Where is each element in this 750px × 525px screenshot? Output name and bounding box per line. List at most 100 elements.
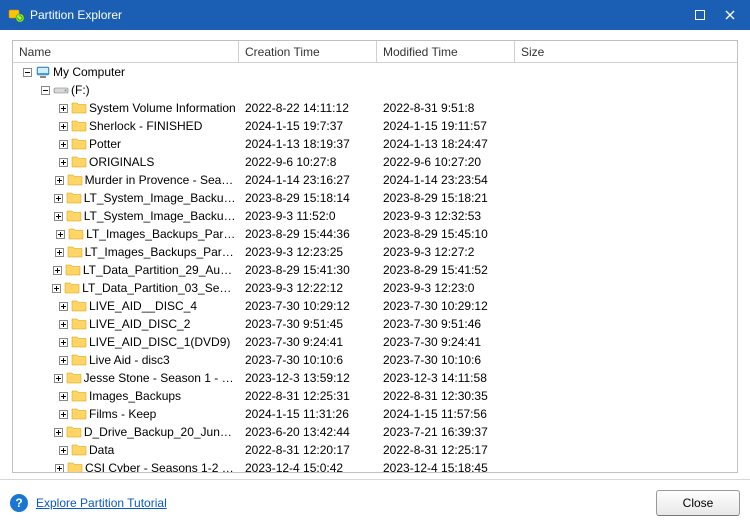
- expand-icon[interactable]: [57, 300, 69, 312]
- expand-icon[interactable]: [54, 462, 65, 472]
- modified-time: 2023-7-30 9:24:41: [377, 335, 515, 349]
- expand-icon[interactable]: [53, 426, 64, 438]
- collapse-icon[interactable]: [21, 66, 33, 78]
- tree-node-folder[interactable]: Data2022-8-31 12:20:172022-8-31 12:25:17: [13, 441, 737, 459]
- folder-icon: [71, 100, 87, 116]
- item-name: System Volume Information: [89, 101, 237, 115]
- creation-time: 2023-9-3 12:22:12: [239, 281, 377, 295]
- folder-icon: [71, 406, 87, 422]
- help-icon: ?: [10, 494, 28, 512]
- window-close-button[interactable]: [718, 3, 742, 27]
- tree-node-root[interactable]: My Computer: [13, 63, 737, 81]
- window-maximize-button[interactable]: [688, 3, 712, 27]
- item-name: Data: [89, 443, 237, 457]
- file-tree-grid: Name Creation Time Modified Time Size My…: [12, 40, 738, 473]
- tree-node-folder[interactable]: System Volume Information2022-8-22 14:11…: [13, 99, 737, 117]
- modified-time: 2022-9-6 10:27:20: [377, 155, 515, 169]
- tree-node-label: My Computer: [53, 65, 237, 79]
- column-header-size[interactable]: Size: [515, 41, 737, 62]
- expand-icon[interactable]: [53, 372, 64, 384]
- modified-time: 2023-7-30 9:51:46: [377, 317, 515, 331]
- content-area: Name Creation Time Modified Time Size My…: [0, 30, 750, 479]
- creation-time: 2023-9-3 11:52:0: [239, 209, 377, 223]
- item-name: LT_System_Image_Backup_0...: [84, 209, 237, 223]
- tree-node-folder[interactable]: Live Aid - disc32023-7-30 10:10:62023-7-…: [13, 351, 737, 369]
- expand-icon[interactable]: [55, 228, 66, 240]
- folder-icon: [71, 442, 87, 458]
- folder-icon: [66, 424, 82, 440]
- tree-node-folder[interactable]: LT_Data_Partition_03_Sep_20232023-9-3 12…: [13, 279, 737, 297]
- collapse-icon[interactable]: [39, 84, 51, 96]
- tree-node-folder[interactable]: LT_Images_Backups_Partiti...2023-8-29 15…: [13, 225, 737, 243]
- footer-bar: ? Explore Partition Tutorial Close: [0, 479, 750, 525]
- column-header-name[interactable]: Name: [13, 41, 239, 62]
- creation-time: 2023-7-30 10:29:12: [239, 299, 377, 313]
- expand-icon[interactable]: [57, 156, 69, 168]
- folder-icon: [64, 280, 80, 296]
- item-name: LIVE_AID_DISC_1(DVD9): [89, 335, 237, 349]
- creation-time: 2024-1-15 11:31:26: [239, 407, 377, 421]
- tree-node-folder[interactable]: D_Drive_Backup_20_Jun_20232023-6-20 13:4…: [13, 423, 737, 441]
- folder-icon: [66, 370, 82, 386]
- expand-icon[interactable]: [57, 390, 69, 402]
- tree-node-folder[interactable]: LT_System_Image_Backup_2...2023-8-29 15:…: [13, 189, 737, 207]
- expand-icon[interactable]: [57, 408, 69, 420]
- expand-icon[interactable]: [57, 120, 69, 132]
- tree-rows: My Computer (F:): [13, 63, 737, 472]
- tree-node-folder[interactable]: CSI Cyber - Seasons 1-2 - Fl...2023-12-4…: [13, 459, 737, 472]
- tree-node-drive[interactable]: (F:): [13, 81, 737, 99]
- folder-icon: [71, 334, 87, 350]
- folder-icon: [71, 352, 87, 368]
- folder-icon: [67, 244, 83, 260]
- tree-node-folder[interactable]: Murder in Provence - Season...2024-1-14 …: [13, 171, 737, 189]
- tree-node-folder[interactable]: LT_Images_Backups_Partitio...2023-9-3 12…: [13, 243, 737, 261]
- tree-node-folder[interactable]: LIVE_AID__DISC_42023-7-30 10:29:122023-7…: [13, 297, 737, 315]
- item-name: Potter: [89, 137, 237, 151]
- tutorial-link[interactable]: Explore Partition Tutorial: [36, 496, 167, 510]
- expand-icon[interactable]: [54, 174, 65, 186]
- modified-time: 2023-8-29 15:45:10: [377, 227, 515, 241]
- computer-icon: [35, 64, 51, 80]
- tree-node-folder[interactable]: Potter2024-1-13 18:19:372024-1-13 18:24:…: [13, 135, 737, 153]
- expand-icon[interactable]: [53, 192, 64, 204]
- tree-node-folder[interactable]: Images_Backups2022-8-31 12:25:312022-8-3…: [13, 387, 737, 405]
- folder-icon: [71, 388, 87, 404]
- creation-time: 2022-9-6 10:27:8: [239, 155, 377, 169]
- modified-time: 2022-8-31 12:25:17: [377, 443, 515, 457]
- column-header-creation-time[interactable]: Creation Time: [239, 41, 377, 62]
- tree-node-folder[interactable]: Films - Keep2024-1-15 11:31:262024-1-15 …: [13, 405, 737, 423]
- tree-node-folder[interactable]: LT_Data_Partition_29_Aug_20...2023-8-29 …: [13, 261, 737, 279]
- column-header-modified-time[interactable]: Modified Time: [377, 41, 515, 62]
- creation-time: 2023-7-30 9:24:41: [239, 335, 377, 349]
- tree-node-folder[interactable]: ORIGINALS2022-9-6 10:27:82022-9-6 10:27:…: [13, 153, 737, 171]
- expand-icon[interactable]: [57, 444, 69, 456]
- expand-icon[interactable]: [54, 246, 65, 258]
- column-headers: Name Creation Time Modified Time Size: [13, 41, 737, 63]
- expand-icon[interactable]: [57, 336, 69, 348]
- close-button[interactable]: Close: [656, 490, 740, 516]
- expand-icon[interactable]: [52, 282, 62, 294]
- expand-icon[interactable]: [57, 138, 69, 150]
- tree-node-folder[interactable]: LIVE_AID_DISC_1(DVD9)2023-7-30 9:24:4120…: [13, 333, 737, 351]
- creation-time: 2023-12-3 13:59:12: [239, 371, 377, 385]
- expand-icon[interactable]: [57, 318, 69, 330]
- item-name: LIVE_AID_DISC_2: [89, 317, 237, 331]
- expand-icon[interactable]: [53, 210, 64, 222]
- modified-time: 2024-1-13 18:24:47: [377, 137, 515, 151]
- item-name: ORIGINALS: [89, 155, 237, 169]
- tree-node-folder[interactable]: Sherlock - FINISHED2024-1-15 19:7:372024…: [13, 117, 737, 135]
- tree-node-folder[interactable]: LT_System_Image_Backup_0...2023-9-3 11:5…: [13, 207, 737, 225]
- expand-icon[interactable]: [57, 354, 69, 366]
- tree-node-folder[interactable]: Jesse Stone - Season 1 - FINI...2023-12-…: [13, 369, 737, 387]
- folder-icon: [71, 136, 87, 152]
- creation-time: 2023-7-30 9:51:45: [239, 317, 377, 331]
- item-name: LT_System_Image_Backup_2...: [84, 191, 237, 205]
- app-icon: [8, 7, 24, 23]
- expand-icon[interactable]: [57, 102, 69, 114]
- drive-icon: [53, 82, 69, 98]
- item-name: CSI Cyber - Seasons 1-2 - Fl...: [85, 461, 237, 472]
- creation-time: 2023-9-3 12:23:25: [239, 245, 377, 259]
- expand-icon[interactable]: [52, 264, 63, 276]
- modified-time: 2023-7-21 16:39:37: [377, 425, 515, 439]
- tree-node-folder[interactable]: LIVE_AID_DISC_22023-7-30 9:51:452023-7-3…: [13, 315, 737, 333]
